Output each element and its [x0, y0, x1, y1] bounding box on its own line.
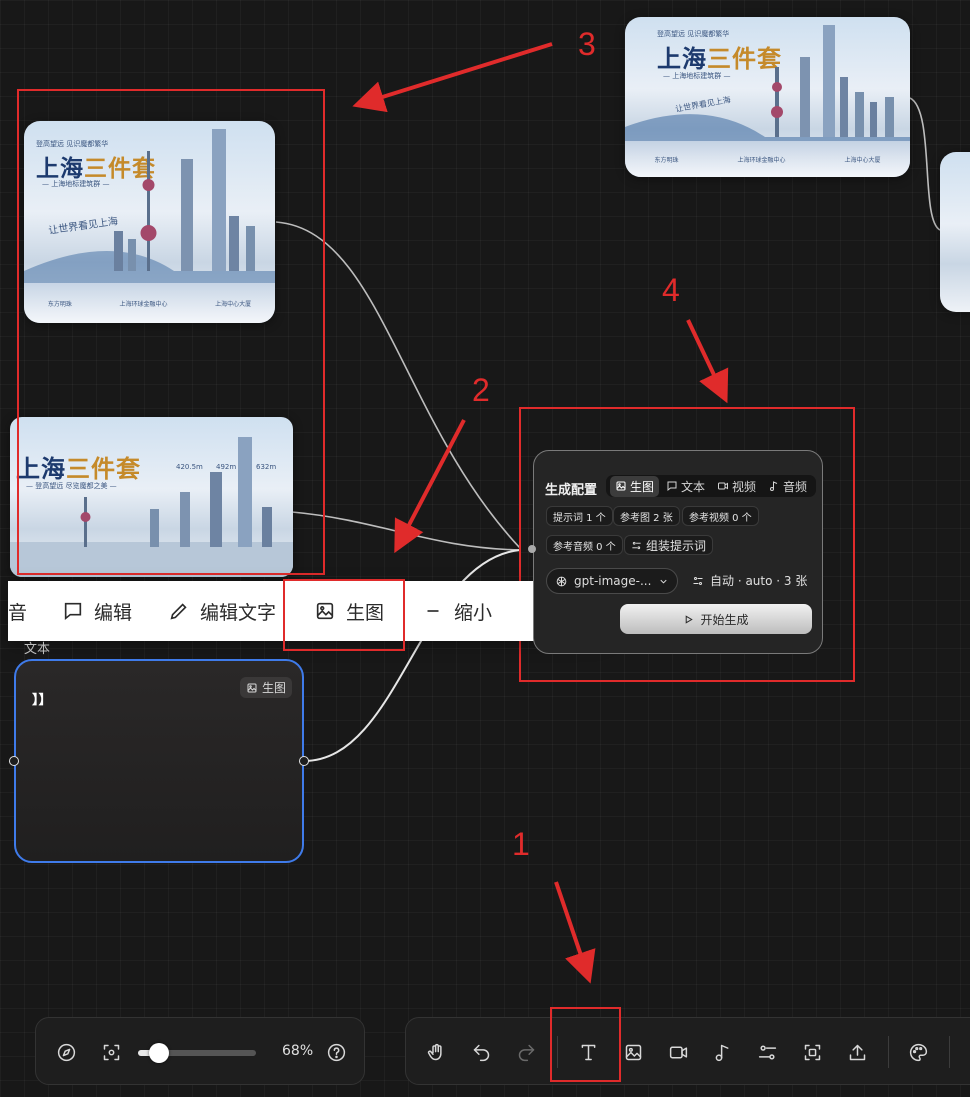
annotation-arrows: [352, 42, 729, 984]
